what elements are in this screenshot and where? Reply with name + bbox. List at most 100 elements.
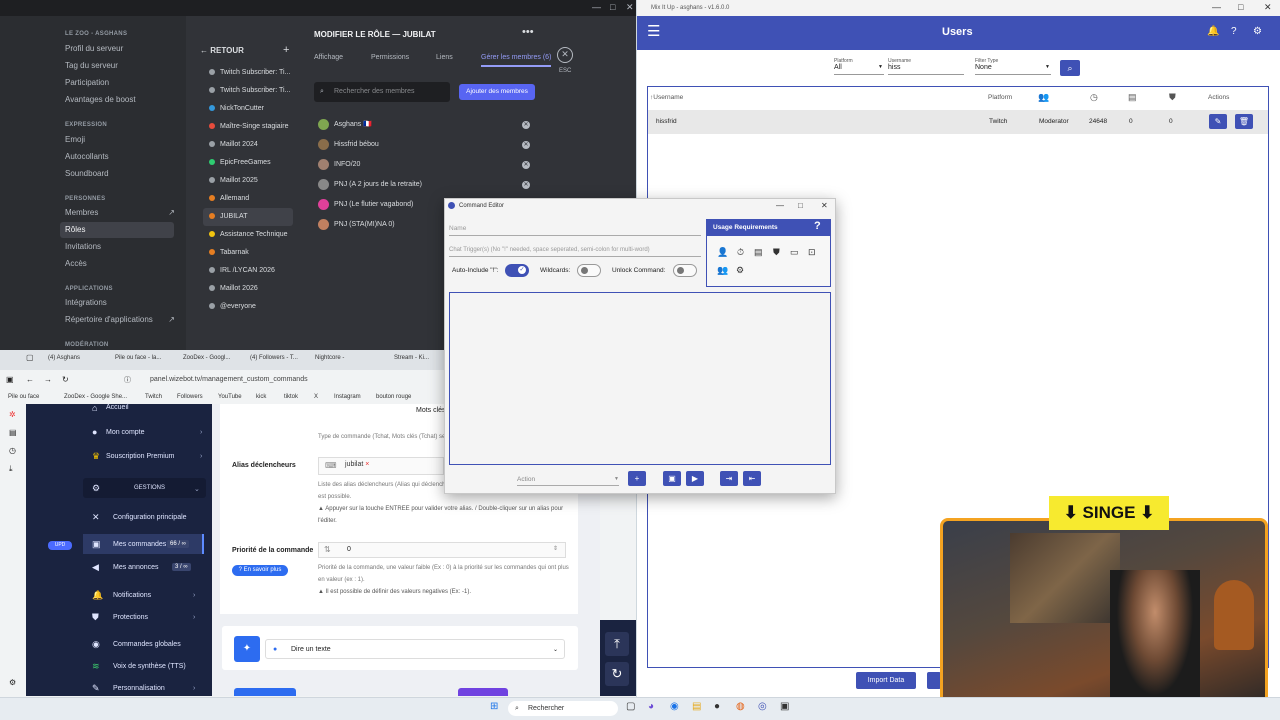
role-item[interactable]: Tabarnak	[203, 244, 293, 262]
tab-actions-icon[interactable]: ▢	[26, 353, 34, 362]
settings-gear-icon[interactable]: ⚙	[736, 265, 744, 276]
role-item[interactable]: Assistance Technique	[203, 226, 293, 244]
minimize-icon[interactable]: —	[1212, 2, 1221, 12]
menu-soundboard[interactable]: Soundboard	[65, 166, 179, 182]
tab-gerer-membres[interactable]: Gérer les membres (6)	[481, 54, 552, 67]
menu-membres[interactable]: Membres ↗	[65, 205, 179, 221]
browser-tab[interactable]: Stream - Ki...	[394, 355, 429, 361]
export-icon[interactable]: ⇥	[720, 471, 738, 486]
url-field[interactable]: panel.wizebot.tv/management_custom_comma…	[150, 376, 308, 383]
unlock-command-toggle[interactable]	[673, 264, 697, 277]
bookmark[interactable]: YouTube	[218, 394, 242, 400]
member-search-input[interactable]: ⌕ Rechercher des membres	[314, 82, 450, 102]
settings-gear-icon[interactable]: ⚙	[9, 678, 16, 687]
maximize-icon[interactable]: □	[798, 201, 803, 210]
search-button[interactable]: ⌕	[1060, 60, 1080, 76]
browser-tab[interactable]: Pile ou face - la...	[115, 355, 161, 361]
forward-arrow-icon[interactable]: →	[44, 375, 52, 384]
gear-icon[interactable]: ⚙	[1253, 26, 1262, 37]
role-item[interactable]: Maillot 2025	[203, 172, 293, 190]
browser-tab[interactable]: (4) Asghans	[48, 355, 80, 361]
maximize-icon[interactable]: □	[610, 2, 615, 12]
member-row[interactable]: INFO/20 ✕	[318, 157, 533, 173]
menu-autocollants[interactable]: Autocollants	[65, 149, 179, 165]
bookmark[interactable]: Pile ou face	[8, 394, 39, 400]
remove-alias-icon[interactable]: ×	[365, 461, 369, 468]
member-row[interactable]: PNJ (A 2 jours de la retraite) ✕	[318, 177, 533, 193]
role-item[interactable]: Allemand	[203, 190, 293, 208]
menu-roles[interactable]: Rôles	[60, 222, 174, 238]
maximize-icon[interactable]: □	[1238, 2, 1243, 12]
mixitup-app-icon[interactable]: ◎	[758, 701, 767, 712]
nav-tts[interactable]: Voix de synthèse (TTS)	[113, 663, 186, 670]
reload-icon[interactable]: ↻	[62, 375, 69, 384]
hamburger-menu-icon[interactable]: ☰	[647, 22, 660, 40]
username-input[interactable]: hiss	[888, 64, 964, 75]
nav-gestions[interactable]: GESTIONS	[134, 485, 165, 491]
tab-permissions[interactable]: Permissions	[371, 54, 409, 61]
menu-emoji[interactable]: Emoji	[65, 132, 179, 148]
scroll-top-icon[interactable]: ⤒	[605, 632, 629, 656]
help-icon[interactable]: ?	[1231, 26, 1237, 37]
bookmark[interactable]: tiktok	[284, 394, 298, 400]
close-icon[interactable]: ✕	[1264, 2, 1272, 13]
menu-participation[interactable]: Participation	[65, 75, 179, 91]
bookmark[interactable]: X	[314, 394, 318, 400]
role-item[interactable]: Maillot 2024	[203, 136, 293, 154]
action-type-select[interactable]: ● Dire un texte ⌄	[265, 639, 565, 659]
discord-app-icon[interactable]: ◕	[648, 701, 654, 712]
menu-invitations[interactable]: Invitations	[65, 239, 179, 255]
browser-tab[interactable]: ZooDex - Googl...	[183, 355, 230, 361]
nav-personnalisation[interactable]: Personnalisation	[113, 685, 165, 692]
add-role-button[interactable]: +	[283, 44, 289, 56]
task-view-icon[interactable]: ▢	[626, 701, 635, 712]
remove-member-icon[interactable]: ✕	[522, 121, 530, 129]
downloads-icon[interactable]: ⤓	[9, 464, 13, 474]
notification-bell-icon[interactable]: 🔔	[1207, 26, 1219, 37]
site-info-icon[interactable]: ⓘ	[124, 375, 131, 385]
menu-integrations[interactable]: Intégrations	[65, 295, 179, 311]
import-data-button[interactable]: Import Data	[856, 672, 916, 689]
bookmark[interactable]: Twitch	[145, 394, 162, 400]
nav-mes-annonces[interactable]: Mes annonces	[113, 564, 159, 571]
menu-repertoire[interactable]: Répertoire d'applications ↗	[65, 312, 179, 328]
remove-member-icon[interactable]: ✕	[522, 141, 530, 149]
chat-trigger-input[interactable]: Chat Trigger(s) (No "!" needed, space se…	[449, 243, 701, 257]
nav-mes-commandes[interactable]: Mes commandes	[113, 541, 166, 548]
actions-list-area[interactable]	[449, 292, 831, 465]
currency-icon[interactable]: ▤	[754, 247, 763, 258]
tab-affichage[interactable]: Affichage	[314, 54, 343, 61]
member-row[interactable]: Asghans 🇫🇷 ✕	[318, 117, 533, 133]
nav-notifications[interactable]: Notifications	[113, 592, 151, 599]
bookmark[interactable]: bouton rouge	[376, 394, 411, 400]
nav-commandes-globales[interactable]: Commandes globales	[113, 641, 181, 648]
menu-profil[interactable]: Profil du serveur	[65, 41, 179, 57]
copilot-icon[interactable]: ✲	[9, 410, 16, 419]
taskbar-search[interactable]: ⌕ Rechercher	[508, 701, 618, 716]
user-role-icon[interactable]: 👥	[1038, 92, 1049, 103]
platform-select[interactable]: All ▼	[834, 64, 884, 75]
role-item[interactable]: Maillot 2026	[203, 280, 293, 298]
currency-icon[interactable]: ▤	[1128, 92, 1137, 103]
app-icon[interactable]: ▣	[780, 701, 789, 712]
role-item-selected[interactable]: JUBILAT	[203, 208, 293, 226]
collections-icon[interactable]: ▤	[9, 428, 17, 437]
threshold-icon[interactable]: ⊡	[808, 247, 816, 258]
edge-app-icon[interactable]: ◉	[670, 701, 679, 712]
usage-help-icon[interactable]: ?	[814, 220, 821, 232]
export-data-button[interactable]	[927, 672, 941, 689]
filter-type-select[interactable]: None ▼	[975, 64, 1051, 75]
learn-more-button[interactable]: ? En savoir plus	[232, 565, 288, 576]
inventory-icon[interactable]: ▭	[790, 247, 799, 258]
column-username[interactable]: ↑Username	[650, 94, 683, 101]
clock-icon[interactable]: ◷	[1090, 92, 1098, 103]
stepper-icon[interactable]: ⇕	[553, 545, 558, 552]
menu-tag[interactable]: Tag du serveur	[65, 58, 179, 74]
close-icon[interactable]: ✕	[626, 2, 634, 13]
close-settings-button[interactable]: ✕	[557, 47, 573, 63]
role-item[interactable]: IRL /LYCAN 2026	[203, 262, 293, 280]
table-row[interactable]	[648, 110, 1268, 134]
role-item[interactable]: Twitch Subscriber: Ti...	[203, 82, 293, 100]
user-role-icon[interactable]: 👤	[717, 247, 728, 258]
history-icon[interactable]: ◷	[9, 446, 16, 455]
